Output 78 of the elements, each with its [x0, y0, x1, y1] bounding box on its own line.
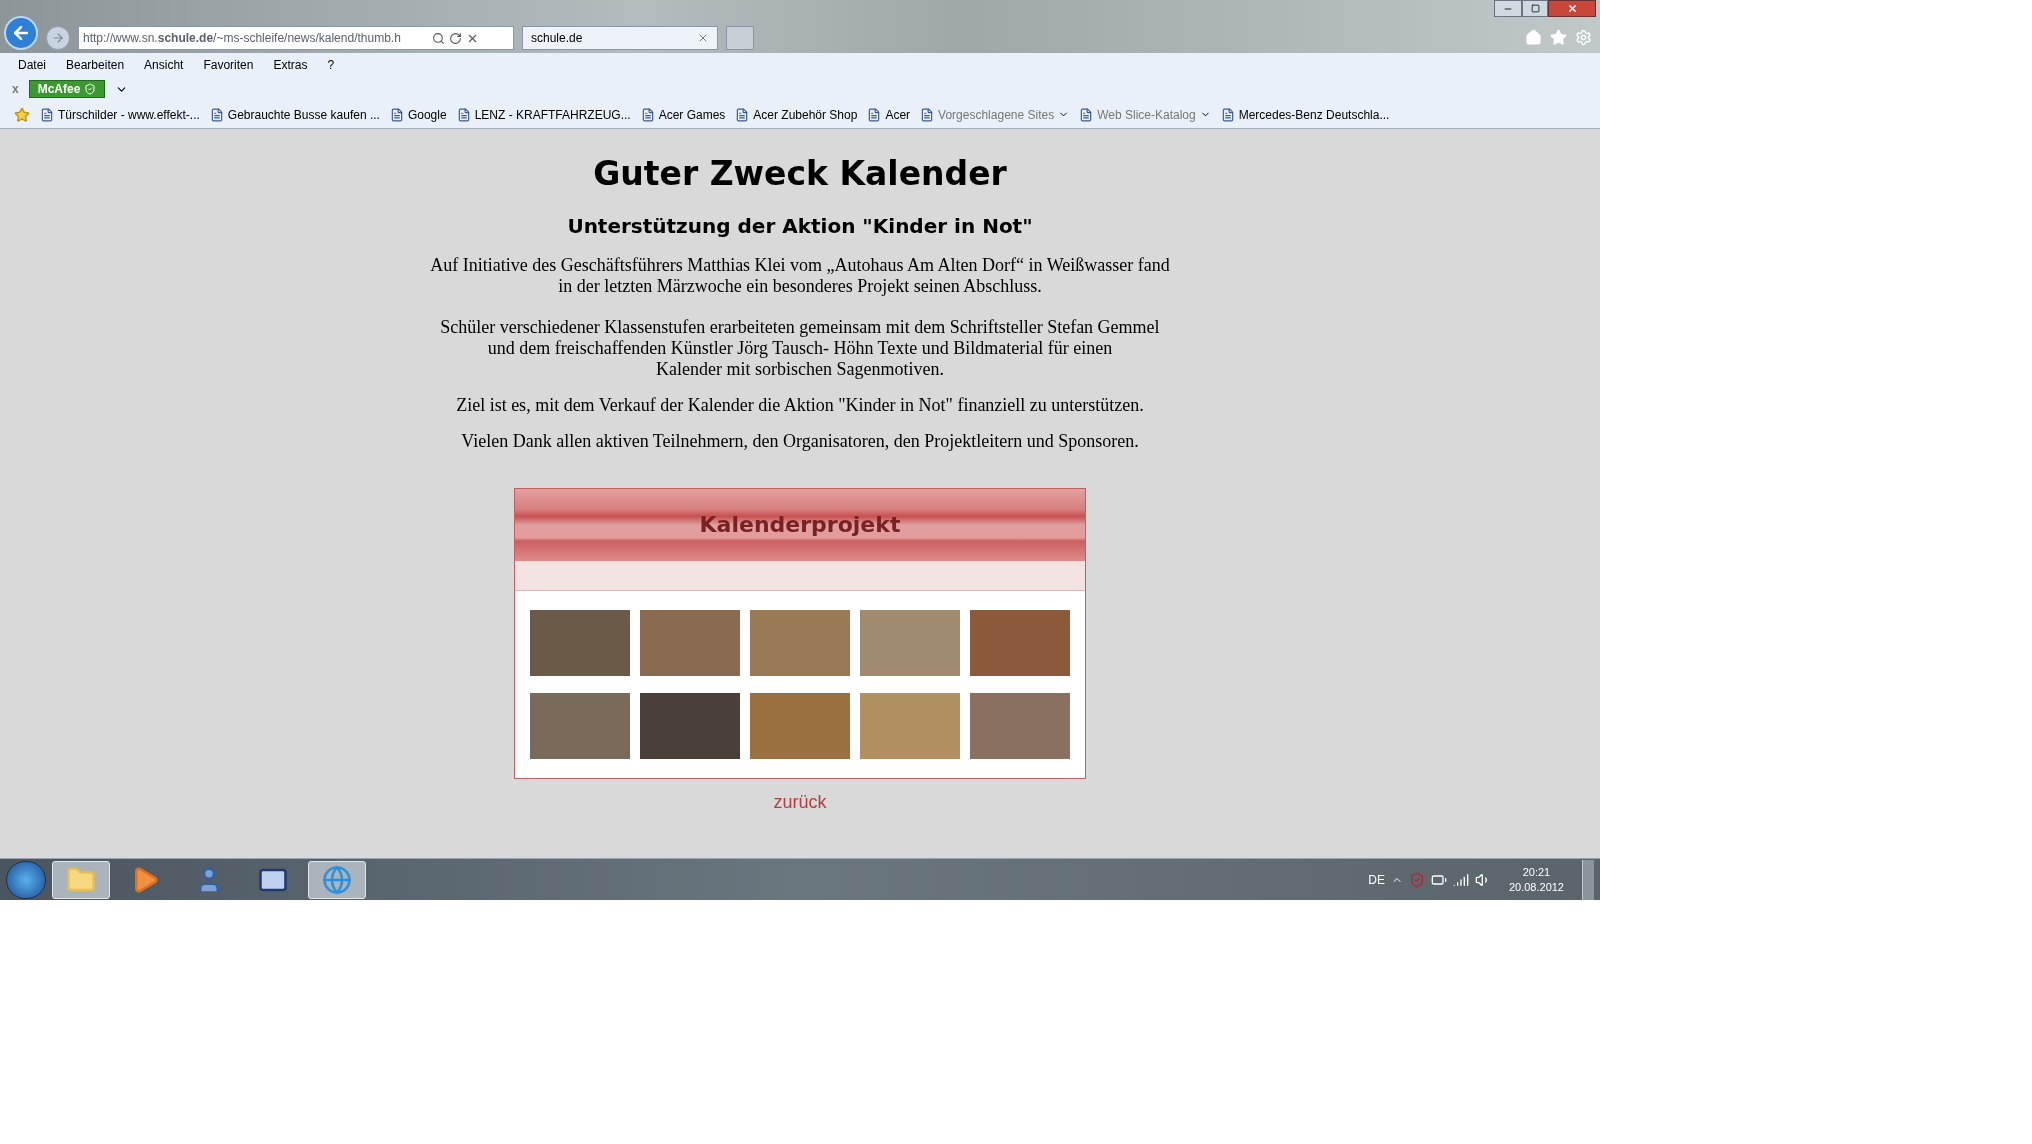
favorite-link[interactable]: Google	[389, 105, 447, 124]
home-icon[interactable]	[1525, 29, 1542, 46]
page-icon	[640, 107, 655, 122]
menu-item[interactable]: Favoriten	[203, 56, 254, 74]
paragraph: Schüler verschiedener Klassenstufen erarbeiteten gemeinsam mit dem Schriftsteller Stefan Gemmel und dem freischaffenden Künstler Jörg Tausch- Höhn Texte und Bildmaterial für einen Kalender mit sorbischen Sagenmotiven.	[439, 316, 1161, 380]
close-toolbar-button[interactable]: x	[12, 80, 19, 98]
maximize-icon	[1530, 4, 1540, 13]
mcafee-button[interactable]: McAfee	[28, 80, 106, 98]
back-arrow-icon	[11, 23, 31, 43]
menu-item[interactable]: ?	[327, 56, 335, 74]
favorite-link[interactable]: Acer Zubehör Shop	[735, 105, 858, 124]
page-icon	[209, 107, 224, 122]
shield-check-icon	[84, 83, 97, 95]
page-subtitle: Unterstützung der Aktion "Kinder in Not"	[567, 212, 1033, 240]
language-indicator[interactable]: DE	[1368, 870, 1385, 889]
address-text: http://www.sn.schule.de/~ms-schleife/news/kalend/thumb.h	[83, 30, 402, 47]
page-icon	[867, 107, 882, 122]
clock[interactable]: 20:21 20.08.2012	[1496, 864, 1576, 895]
back-button[interactable]	[4, 16, 38, 50]
minimize-button[interactable]	[1494, 0, 1522, 17]
favorite-label: Mercedes-Benz Deutschla...	[1238, 106, 1390, 124]
favorite-label: Acer Zubehör Shop	[753, 106, 858, 124]
page-title: Guter Zweck Kalender	[593, 153, 1007, 195]
gallery-title: Kalenderprojekt	[699, 511, 901, 539]
menu-item[interactable]: Bearbeiten	[66, 56, 125, 74]
paragraph: Ziel ist es, mit dem Verkauf der Kalender die Aktion "Kinder in Not" finanziell zu unterstützen.	[455, 394, 1145, 416]
favorite-link[interactable]: Gebrauchte Busse kaufen ...	[209, 105, 380, 124]
tab-label: schule.de	[531, 30, 583, 47]
search-icon[interactable]	[432, 31, 445, 45]
page-icon	[40, 107, 54, 122]
favorite-label: Google	[407, 106, 447, 124]
favorite-link[interactable]: Vorgeschlagene Sites	[920, 105, 1070, 124]
browser-tab[interactable]: schule.de	[522, 26, 718, 50]
page-icon	[456, 107, 471, 122]
close-button[interactable]	[1548, 0, 1596, 17]
star-icon[interactable]	[1550, 29, 1567, 46]
maximize-button[interactable]	[1522, 0, 1548, 17]
favorite-link[interactable]: Türschilder - www.effekt-...	[40, 105, 200, 124]
new-tab-button[interactable]	[726, 26, 754, 50]
clock-date: 20.08.2012	[1508, 879, 1564, 895]
settings-icon[interactable]	[1575, 29, 1592, 46]
refresh-icon[interactable]	[449, 31, 462, 45]
taskbar-app-button[interactable]	[52, 860, 110, 899]
menu-item[interactable]: Extras	[273, 56, 308, 74]
favorite-link[interactable]: LENZ - KRAFTFAHRZEUG...	[456, 105, 631, 124]
show-desktop-button[interactable]	[1582, 859, 1594, 900]
page-icon	[1220, 107, 1235, 122]
favorite-link[interactable]: Acer	[867, 105, 911, 124]
back-link[interactable]: zurück	[773, 788, 827, 816]
favorite-link[interactable]: Acer Games	[640, 105, 726, 124]
favorite-label: Acer	[885, 106, 911, 124]
close-tab-icon[interactable]	[697, 32, 709, 44]
favorite-label: Acer Games	[658, 106, 726, 124]
page-icon	[389, 107, 404, 122]
signal-icon[interactable]	[1452, 871, 1469, 888]
clock-time: 20:21	[1522, 864, 1551, 880]
favorite-link[interactable]: Mercedes-Benz Deutschla...	[1220, 105, 1390, 124]
start-button[interactable]	[6, 860, 46, 899]
menu-item[interactable]: Ansicht	[144, 56, 184, 74]
page-icon	[920, 107, 935, 122]
favorite-label: Vorgeschlagene Sites	[938, 106, 1055, 124]
favorite-link[interactable]: Web Slice-Katalog	[1079, 105, 1211, 124]
close-icon	[1566, 3, 1578, 14]
page-icon	[1079, 107, 1094, 122]
favorite-label: Web Slice-Katalog	[1097, 106, 1196, 124]
forward-button[interactable]	[46, 26, 70, 50]
favorites-star-icon[interactable]	[14, 106, 30, 123]
forward-arrow-icon	[51, 31, 65, 45]
paragraph: Auf Initiative des Geschäftsführers Matthias Klei vom „Autohaus Am Alten Dorf“ in Weißwasser fand in der letzten Märzwoche ein besonderes Projekt seinen Abschluss.	[430, 254, 1170, 297]
globe-icon	[322, 864, 352, 895]
taskbar-app-button[interactable]	[308, 860, 366, 899]
menu-item[interactable]: Datei	[18, 56, 46, 74]
page-icon	[735, 107, 750, 122]
paragraph: Vielen Dank allen aktiven Teilnehmern, den Organisatoren, den Projektleitern und Sponsoren.	[460, 430, 1140, 452]
favorite-label: Gebrauchte Busse kaufen ...	[227, 106, 380, 124]
favorite-label: LENZ - KRAFTFAHRZEUG...	[474, 106, 631, 124]
favorite-label: Türschilder - www.effekt-...	[58, 106, 200, 124]
address-field[interactable]: http://www.sn.schule.de/~ms-schleife/news/kalend/thumb.h	[78, 26, 514, 50]
